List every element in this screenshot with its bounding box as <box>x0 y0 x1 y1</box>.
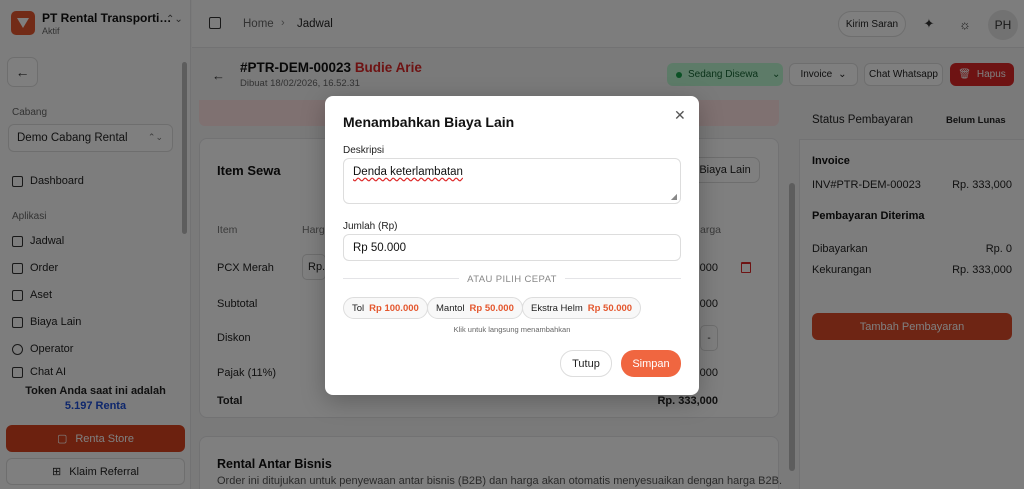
chip-price: Rp 100.000 <box>369 302 419 314</box>
quick-chip-ekstra-helm[interactable]: Ekstra Helm Rp 50.000 <box>522 297 642 319</box>
description-value: Denda keterlambatan <box>353 166 463 178</box>
amount-field[interactable]: Rp 50.000 <box>343 234 681 261</box>
quick-chip-mantol[interactable]: Mantol Rp 50.000 <box>427 297 523 319</box>
chip-name: Tol <box>352 302 365 314</box>
resize-handle-icon[interactable]: ◢ <box>671 192 677 201</box>
chip-price: Rp 50.000 <box>469 302 514 314</box>
chip-price: Rp 50.000 <box>587 302 633 314</box>
description-label: Deskripsi <box>343 145 385 156</box>
quick-pick-text: ATAU PILIH CEPAT <box>459 274 565 285</box>
close-button[interactable]: Tutup <box>560 350 612 377</box>
save-button[interactable]: Simpan <box>621 350 681 377</box>
amount-label: Jumlah (Rp) <box>343 221 398 232</box>
modal-title: Menambahkan Biaya Lain <box>343 114 515 130</box>
quick-pick-label: ATAU PILIH CEPAT <box>343 274 681 285</box>
chip-name: Mantol <box>436 302 465 314</box>
quick-chip-tol[interactable]: Tol Rp 100.000 <box>343 297 428 319</box>
close-icon[interactable]: ✕ <box>674 107 686 124</box>
chip-name: Ekstra Helm <box>531 302 583 314</box>
quick-pick-hint: Klik untuk langsung menambahkan <box>453 325 571 334</box>
description-field[interactable]: Denda keterlambatan ◢ <box>343 158 681 204</box>
